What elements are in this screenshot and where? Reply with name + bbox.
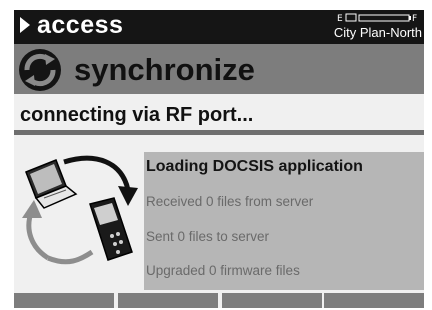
screen-title-bar: synchronize: [14, 44, 424, 94]
svg-text:F: F: [412, 14, 417, 24]
battery-icon: E F: [337, 13, 417, 24]
screen-title: synchronize: [74, 52, 255, 87]
progress-panel: Loading DOCSIS application Received 0 fi…: [144, 152, 424, 290]
device-screen: access E F City Plan-North synchronize c…: [14, 10, 424, 308]
received-files-status: Received 0 files from server: [146, 194, 314, 209]
sync-illustration: [22, 155, 138, 265]
softkey-1[interactable]: [14, 293, 114, 308]
upgraded-firmware-status: Upgraded 0 firmware files: [146, 263, 300, 278]
play-arrow-icon: [20, 17, 30, 33]
svg-text:E: E: [337, 14, 343, 24]
softkey-3[interactable]: [222, 293, 322, 308]
sent-files-status: Sent 0 files to server: [146, 229, 270, 244]
softkey-bar: [14, 293, 424, 308]
handheld-meter-icon: [89, 197, 133, 261]
connection-status: connecting via RF port...: [20, 104, 254, 126]
profile-name: City Plan-North: [333, 25, 422, 40]
softkey-2[interactable]: [118, 293, 218, 308]
divider: [14, 130, 424, 135]
softkey-4[interactable]: [324, 293, 424, 308]
header-bar: access E F City Plan-North: [14, 10, 424, 44]
app-title: access: [37, 11, 124, 39]
sync-arrows-icon: [19, 49, 61, 91]
progress-heading: Loading DOCSIS application: [146, 158, 363, 175]
